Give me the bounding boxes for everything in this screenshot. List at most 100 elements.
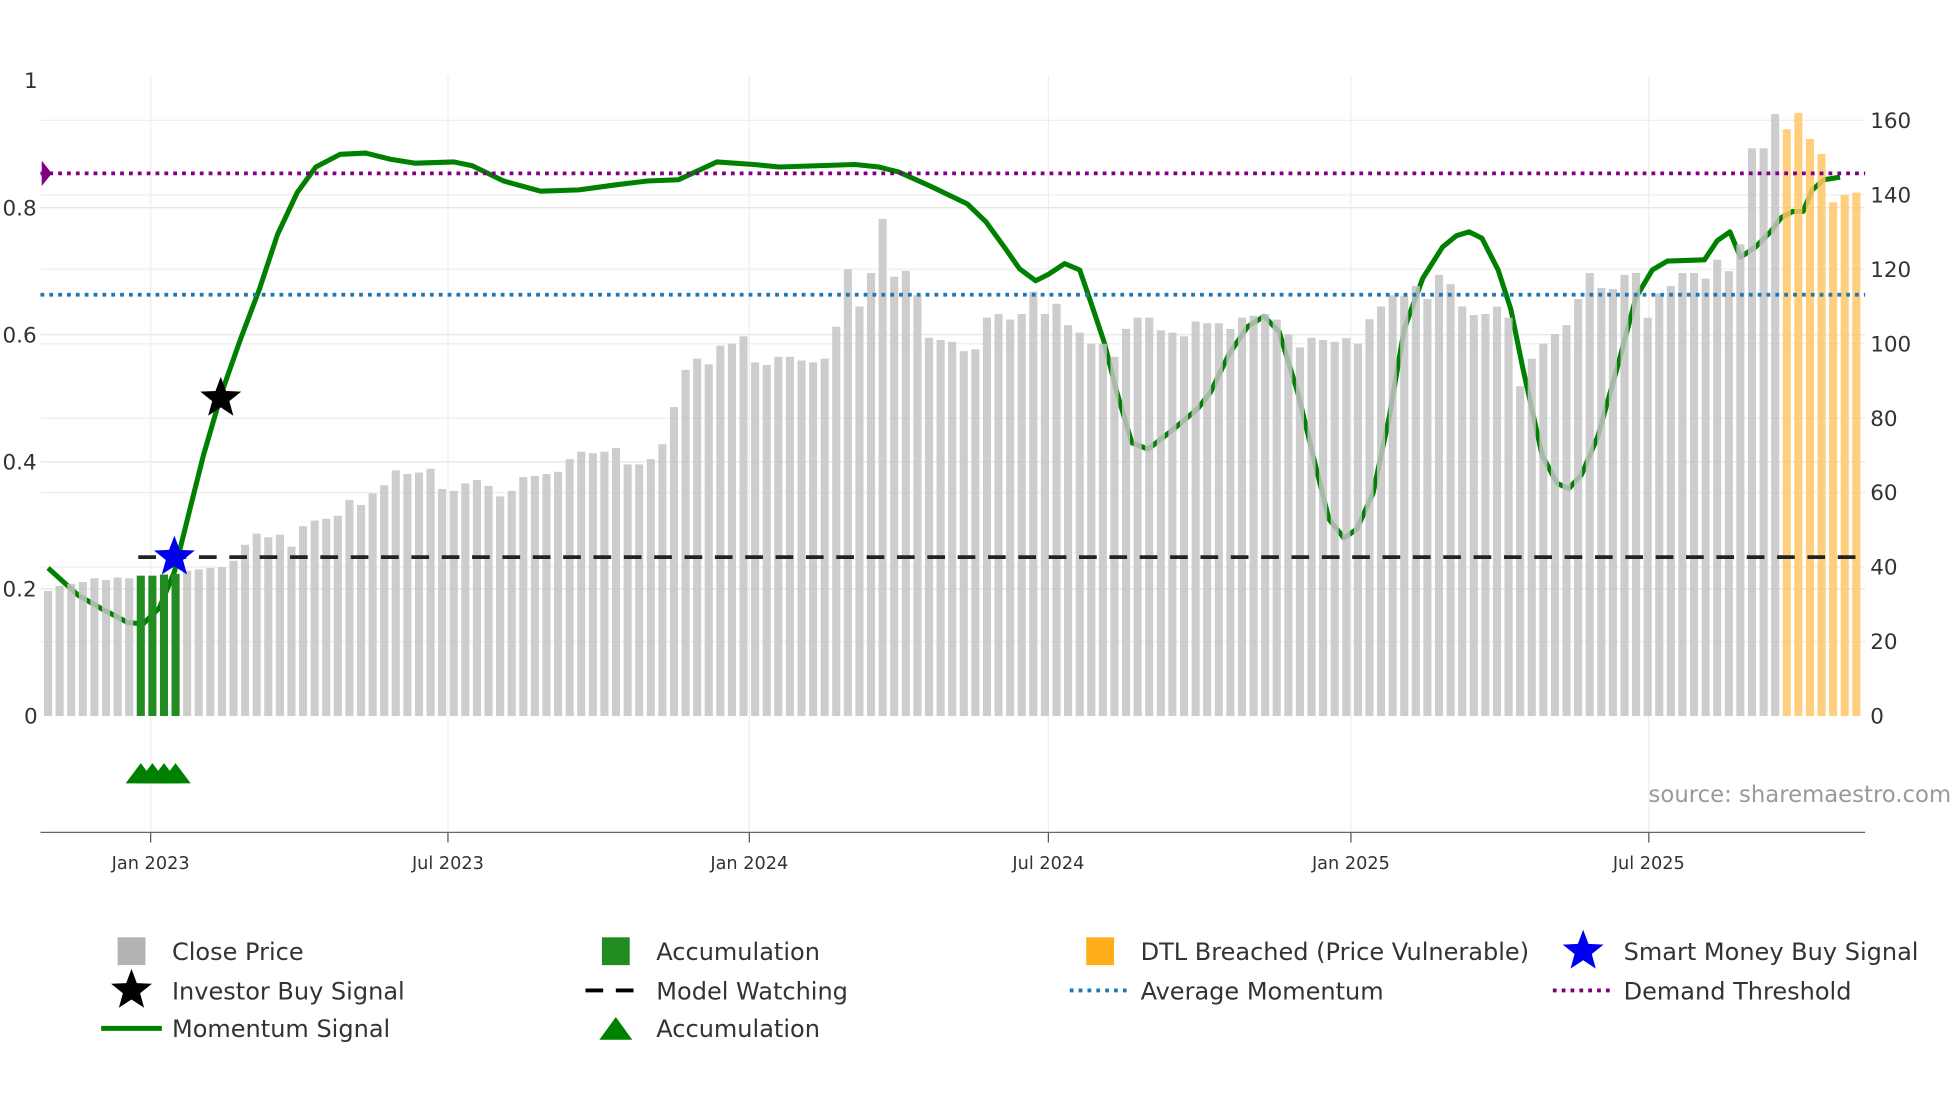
legend-swatch-icon bbox=[117, 937, 146, 966]
legend-label: Close Price bbox=[172, 938, 304, 966]
close-price-bar bbox=[1342, 338, 1351, 717]
close-price-bar bbox=[1307, 337, 1316, 717]
legend-label: Demand Threshold bbox=[1624, 977, 1852, 1005]
close-price-bar bbox=[565, 459, 574, 717]
close-price-bar bbox=[484, 485, 493, 717]
legend-label: Model Watching bbox=[656, 977, 848, 1005]
left-tick-label: 0.4 bbox=[3, 450, 37, 475]
close-price-bar bbox=[1655, 293, 1664, 717]
close-price-bar bbox=[472, 479, 481, 717]
close-price-bar bbox=[217, 567, 226, 717]
close-price-bar bbox=[1249, 315, 1258, 717]
close-price-bar bbox=[1620, 274, 1629, 717]
close-price-bar bbox=[704, 364, 713, 717]
close-price-bar bbox=[1597, 287, 1606, 717]
close-price-bar bbox=[797, 360, 806, 717]
close-price-bar bbox=[90, 578, 99, 717]
close-price-bar bbox=[1666, 286, 1675, 717]
close-price-bar bbox=[252, 533, 261, 717]
close-price-bar bbox=[1168, 332, 1177, 717]
close-price-bar bbox=[1701, 278, 1710, 717]
close-price-bar bbox=[855, 306, 864, 717]
close-price-bar bbox=[1434, 274, 1444, 717]
close-price-bar bbox=[866, 273, 876, 717]
close-price-bar bbox=[623, 464, 632, 717]
close-price-bar bbox=[183, 570, 192, 717]
close-price-bar bbox=[1689, 273, 1699, 717]
close-price-bar bbox=[426, 468, 435, 717]
right-tick-label: 40 bbox=[1870, 556, 1897, 581]
legend-swatch-icon bbox=[601, 937, 630, 966]
close-price-bar bbox=[1608, 289, 1617, 717]
close-price-bar bbox=[1539, 343, 1548, 717]
close-price-bar bbox=[345, 500, 354, 717]
close-price-bar bbox=[646, 459, 655, 717]
close-price-bar bbox=[1110, 356, 1119, 717]
close-price-bar bbox=[936, 340, 945, 717]
close-price-bar bbox=[1492, 306, 1502, 717]
close-price-bar bbox=[1191, 321, 1200, 717]
close-price-bar bbox=[101, 580, 111, 717]
price-bars bbox=[44, 112, 1861, 717]
legend-star-icon bbox=[111, 968, 152, 1008]
close-price-bar bbox=[577, 451, 586, 717]
close-price-bar bbox=[739, 336, 748, 717]
x-tick-label: Jul 2024 bbox=[1011, 854, 1084, 874]
close-price-bar bbox=[1423, 299, 1432, 717]
close-price-bar bbox=[78, 582, 87, 717]
accumulation-bar bbox=[171, 573, 180, 717]
legend: Close Price Accumulation DTL Breached (Pri… bbox=[101, 929, 1919, 1043]
close-price-bar bbox=[380, 485, 389, 717]
close-price-bar bbox=[264, 537, 273, 717]
close-price-bar bbox=[438, 488, 447, 717]
close-price-bar bbox=[1098, 343, 1107, 717]
close-price-bar bbox=[971, 349, 980, 717]
right-tick-label: 120 bbox=[1870, 258, 1911, 283]
close-price-bar bbox=[1214, 323, 1223, 717]
close-price-bar bbox=[982, 317, 992, 717]
close-price-bar bbox=[820, 358, 829, 717]
close-price-bar bbox=[1064, 325, 1073, 717]
legend-label: DTL Breached (Price Vulnerable) bbox=[1141, 938, 1529, 966]
close-price-bar bbox=[1261, 313, 1270, 717]
accumulation-bar bbox=[148, 575, 157, 717]
close-price-bar bbox=[994, 313, 1003, 717]
close-price-bar bbox=[948, 341, 957, 717]
close-price-bar bbox=[391, 470, 400, 717]
close-price-bar bbox=[1087, 343, 1096, 717]
x-tick-label: Jan 2024 bbox=[709, 854, 788, 874]
close-price-bar bbox=[635, 464, 644, 717]
left-tick-label: 0.6 bbox=[3, 323, 37, 348]
source-label: source: sharemaestro.com bbox=[1649, 782, 1952, 808]
close-price-bar bbox=[1179, 336, 1189, 717]
close-price-bar bbox=[542, 474, 551, 717]
close-price-bar bbox=[275, 534, 284, 717]
close-price-bar bbox=[55, 585, 64, 717]
close-price-bar bbox=[507, 490, 516, 717]
right-tick-label: 60 bbox=[1870, 481, 1897, 506]
legend-label: Average Momentum bbox=[1141, 977, 1384, 1005]
close-price-bar bbox=[1574, 299, 1583, 717]
legend-label: Accumulation bbox=[656, 938, 820, 966]
close-price-bar bbox=[1122, 328, 1131, 717]
close-price-bar bbox=[1469, 315, 1478, 717]
close-price-bar bbox=[1319, 340, 1328, 717]
close-price-bar bbox=[287, 546, 296, 717]
close-price-bar bbox=[669, 407, 679, 717]
close-price-bar bbox=[519, 477, 528, 717]
close-price-bar bbox=[1643, 317, 1652, 717]
left-tick-label: 0 bbox=[24, 705, 38, 730]
legend-label: Investor Buy Signal bbox=[172, 977, 405, 1005]
close-price-bar bbox=[1365, 319, 1374, 717]
investor-buy-signal-star bbox=[200, 376, 242, 416]
close-price-bar bbox=[1006, 319, 1015, 717]
x-tick-label: Jan 2023 bbox=[111, 854, 190, 874]
accumulation-bar bbox=[136, 575, 145, 717]
dtl-breached-bar bbox=[1794, 112, 1803, 717]
close-price-bar bbox=[414, 472, 424, 717]
close-price-bar bbox=[1400, 296, 1409, 717]
close-price-bar bbox=[1678, 273, 1687, 717]
legend-label: Smart Money Buy Signal bbox=[1624, 938, 1919, 966]
left-tick-label: 0.8 bbox=[3, 196, 37, 221]
dtl-breached-bar bbox=[1840, 194, 1849, 717]
